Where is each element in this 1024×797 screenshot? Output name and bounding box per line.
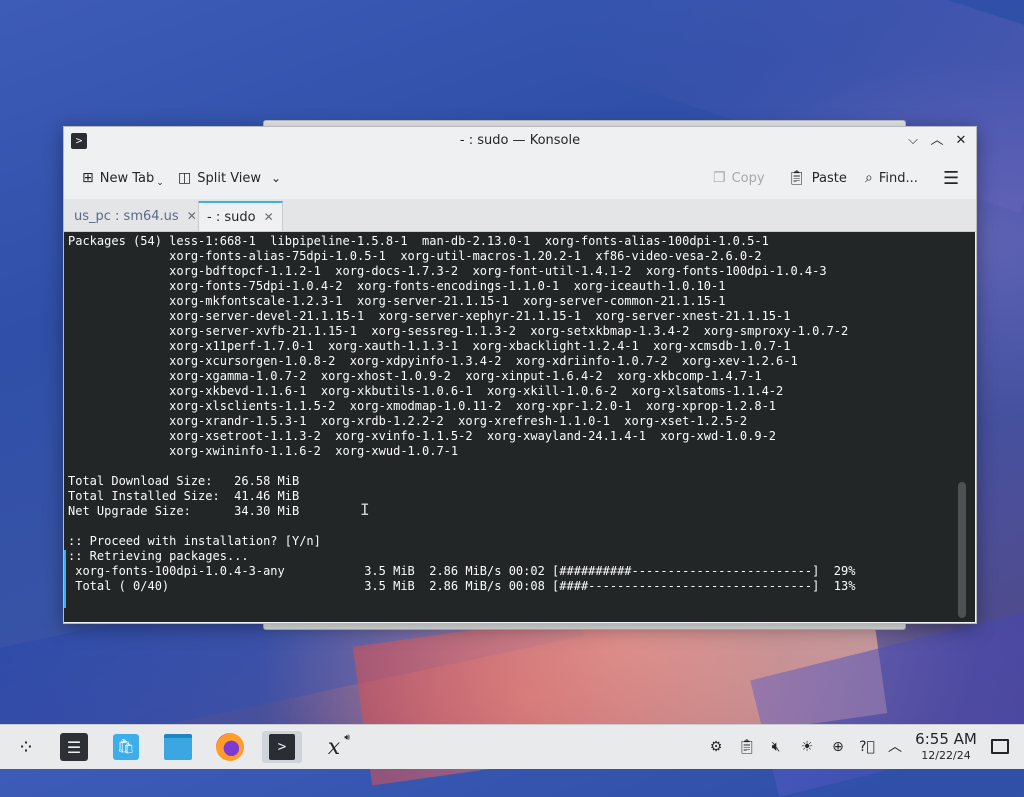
clipboard-icon[interactable]: 📋︎: [737, 737, 757, 757]
clock-date[interactable]: 12/22/24: [914, 749, 978, 762]
new-tab-label: New Tab: [99, 170, 155, 186]
prompt-marker: [64, 550, 66, 608]
network-icon[interactable]: ⊕: [828, 737, 848, 757]
split-view-button[interactable]: ◫ Split View ⌄: [178, 167, 281, 189]
show-desktop-button[interactable]: [991, 739, 1009, 754]
find-button[interactable]: ⌕ Find...: [865, 167, 918, 189]
taskbar-x-app[interactable]: x 🔊︎: [318, 731, 350, 763]
tab-us-pc[interactable]: us_pc : sm64.us ✕: [74, 201, 197, 231]
copy-icon: ❐: [713, 170, 726, 186]
taskbar: ⁘ ☰ 🛍︎ > x 🔊︎ ⚙︎ 📋︎ 🔇︎ ☀︎ ⊕ ?⃝ ︿ 6:55 AM…: [0, 724, 1024, 769]
chevron-down-icon: ⌄: [156, 178, 164, 188]
paste-label: Paste: [811, 170, 847, 186]
firefox-icon: [216, 733, 244, 761]
help-icon[interactable]: ?⃝: [857, 737, 877, 757]
application-launcher-button[interactable]: ⁘: [10, 731, 42, 763]
folder-icon: [164, 734, 192, 760]
tab-label: us_pc : sm64.us: [74, 208, 179, 224]
launcher-icon: ⁘: [17, 735, 35, 759]
minimize-button[interactable]: ⌵: [904, 132, 922, 150]
copy-label: Copy: [731, 170, 765, 186]
taskbar-discover-store[interactable]: 🛍︎: [110, 731, 142, 763]
close-tab-icon[interactable]: ✕: [264, 210, 274, 224]
taskbar-system-settings[interactable]: ☰: [58, 731, 90, 763]
chevron-up-icon[interactable]: ︿: [885, 737, 905, 757]
tab-bar: us_pc : sm64.us ✕ - : sudo ✕: [64, 199, 976, 232]
maximize-button[interactable]: ︿: [928, 132, 946, 150]
brightness-icon[interactable]: ☀︎: [797, 737, 817, 757]
window-title: - : sudo — Konsole: [459, 133, 581, 148]
hamburger-menu-button[interactable]: ☰: [943, 167, 959, 189]
split-view-label: Split View: [197, 170, 262, 186]
main-toolbar: ⊞ New Tab ⌄ ◫ Split View ⌄ ❐ Copy 📋︎ Pas…: [64, 155, 976, 199]
terminal-view[interactable]: Packages (54) less-1:668-1 libpipeline-1…: [64, 232, 975, 622]
new-tab-icon: ⊞: [82, 170, 94, 186]
kde-connect-icon[interactable]: ⚙︎: [706, 737, 726, 757]
clock-time[interactable]: 6:55 AM: [914, 730, 978, 748]
find-label: Find...: [878, 170, 918, 186]
x-app-icon: x: [327, 734, 341, 760]
split-view-icon: ◫: [178, 170, 192, 186]
ibeam-cursor-icon: I: [360, 500, 370, 519]
close-tab-icon[interactable]: ✕: [187, 209, 197, 223]
close-button[interactable]: ✕: [952, 132, 970, 150]
volume-muted-icon[interactable]: 🔇︎: [766, 737, 786, 757]
title-bar[interactable]: > - : sudo — Konsole ⌵ ︿ ✕: [64, 127, 976, 155]
tab-sudo[interactable]: - : sudo ✕: [198, 201, 283, 231]
search-icon: ⌕: [865, 170, 873, 186]
taskbar-dolphin-files[interactable]: [162, 731, 194, 763]
konsole-window[interactable]: > - : sudo — Konsole ⌵ ︿ ✕ ⊞ New Tab ⌄ ◫…: [63, 126, 977, 624]
settings-icon: ☰: [60, 733, 88, 761]
chevron-down-icon: ⌄: [271, 171, 282, 185]
konsole-icon: >: [269, 734, 295, 760]
store-bag-icon: 🛍︎: [113, 734, 139, 760]
new-tab-button[interactable]: ⊞ New Tab ⌄: [82, 167, 164, 189]
tab-label: - : sudo: [207, 209, 256, 225]
paste-icon: 📋︎: [788, 170, 806, 186]
terminal-output: Packages (54) less-1:668-1 libpipeline-1…: [68, 234, 856, 593]
hamburger-menu-icon: ☰: [943, 167, 960, 189]
copy-button[interactable]: ❐ Copy: [713, 167, 765, 189]
taskbar-firefox[interactable]: [214, 731, 246, 763]
scrollbar-thumb[interactable]: [958, 482, 966, 618]
taskbar-konsole[interactable]: >: [262, 731, 302, 763]
audio-playing-icon: 🔊︎: [344, 733, 350, 743]
paste-button[interactable]: 📋︎ Paste: [788, 167, 847, 189]
